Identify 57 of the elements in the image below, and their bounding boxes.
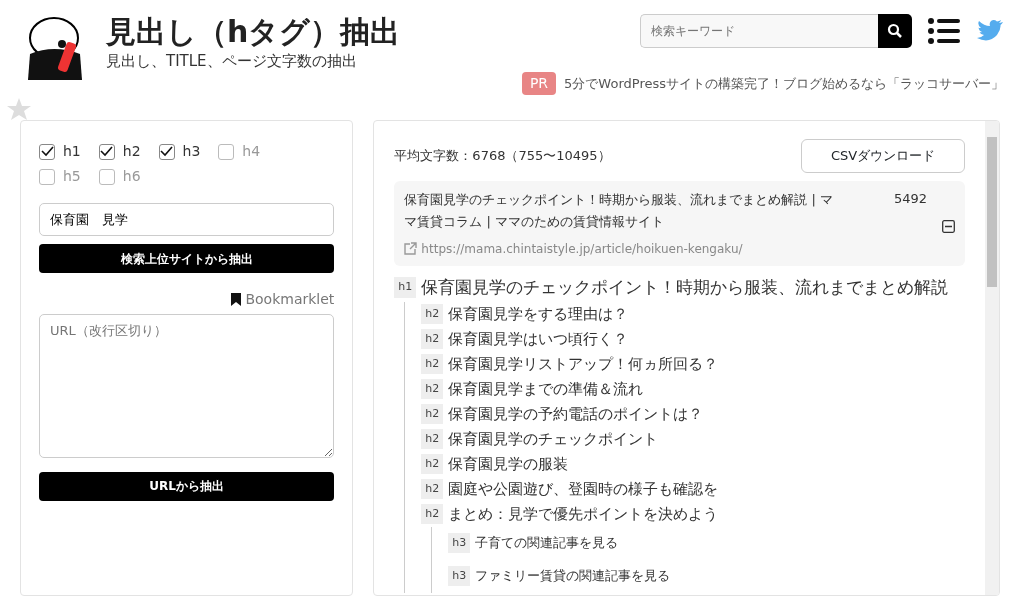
heading-tag: h3 <box>448 565 471 587</box>
heading-text: 保育園見学はいつ頃行く？ <box>448 328 629 350</box>
checkbox-label[interactable]: h1 <box>63 141 81 162</box>
heading-tag: h2 <box>421 328 444 350</box>
url-field[interactable]: URL（改行区切り） <box>39 314 335 458</box>
heading-text: 園庭や公園遊び、登園時の様子も確認を <box>448 478 719 500</box>
keyword-field[interactable]: 保育園 見学 <box>39 203 335 236</box>
heading-tag: h2 <box>421 353 444 375</box>
search-icon <box>887 23 903 39</box>
char-count: 5492 <box>893 189 927 208</box>
checkbox[interactable] <box>39 168 55 185</box>
menu-icon[interactable] <box>928 18 960 44</box>
checkbox[interactable] <box>39 143 55 160</box>
url-extract-button[interactable]: URLから抽出 <box>39 471 335 501</box>
heading-text: ファミリー賃貸の関連記事を見る <box>475 567 671 586</box>
checkbox[interactable] <box>98 143 115 160</box>
checkbox[interactable] <box>98 168 115 185</box>
heading-tag: h2 <box>421 303 444 325</box>
pr-badge: PR <box>521 72 557 95</box>
site-title: 見出し（hタグ）抽出 <box>106 14 401 50</box>
scrollbar[interactable] <box>985 121 999 595</box>
heading-tag: h2 <box>421 428 444 450</box>
heading-text: 子育ての関連記事を見る <box>475 534 619 553</box>
page-title: 保育園見学のチェックポイント！時期から服装、流れまでまとめ解説 | ママ賃貸コラム | ママのための賃貸情報サイト <box>404 190 834 231</box>
checkbox[interactable] <box>218 143 235 160</box>
heading-tag: h2 <box>421 503 444 525</box>
checkbox[interactable] <box>158 143 175 160</box>
checkbox-label[interactable]: h2 <box>122 141 141 162</box>
heading-tag: h2 <box>421 453 444 475</box>
search-button[interactable] <box>878 14 912 48</box>
bookmarklet-link[interactable]: Bookmarklet <box>245 289 335 310</box>
heading-tag: h1 <box>394 277 417 298</box>
average-char-count: 平均文字数：6768（755〜10495） <box>394 147 611 165</box>
heading-text: 保育園見学をする理由は？ <box>448 303 629 325</box>
scrollbar-thumb[interactable] <box>987 137 997 287</box>
bird-icon[interactable] <box>976 19 1004 43</box>
csv-download-button[interactable]: CSVダウンロード <box>801 139 965 173</box>
heading-tag: h3 <box>448 532 471 554</box>
heading-text: 保育園見学のチェックポイント！時期から服装、流れまでまとめ解説 <box>421 275 949 299</box>
star-icon[interactable] <box>7 98 31 120</box>
heading-text: まとめ：見学で優先ポイントを決めよう <box>448 503 719 525</box>
collapse-icon[interactable] <box>942 220 955 233</box>
heading-text: 保育園見学のチェックポイント <box>448 428 659 450</box>
site-subtitle: 見出し、TITLE、ページ文字数の抽出 <box>106 51 358 72</box>
ad-link[interactable]: 5分でWordPressサイトの構築完了！ブログ始めるなら「ラッコサーバー」 <box>564 73 1004 94</box>
search-field[interactable]: 検索キーワード <box>640 14 878 48</box>
heading-tag: h2 <box>421 378 444 400</box>
search-extract-button[interactable]: 検索上位サイトから抽出 <box>39 244 335 273</box>
heading-tag: h2 <box>421 478 444 500</box>
external-link-icon <box>404 242 418 255</box>
bookmark-icon <box>231 293 242 306</box>
checkbox-label[interactable]: h3 <box>182 141 201 162</box>
heading-text: 保育園見学までの準備＆流れ <box>448 378 644 400</box>
heading-text: 保育園見学リストアップ！何ヵ所回る？ <box>448 353 719 375</box>
heading-text: 保育園見学の服装 <box>448 453 569 475</box>
heading-tag: h2 <box>421 403 444 425</box>
heading-text: 保育園見学の予約電話のポイントは？ <box>448 403 704 425</box>
